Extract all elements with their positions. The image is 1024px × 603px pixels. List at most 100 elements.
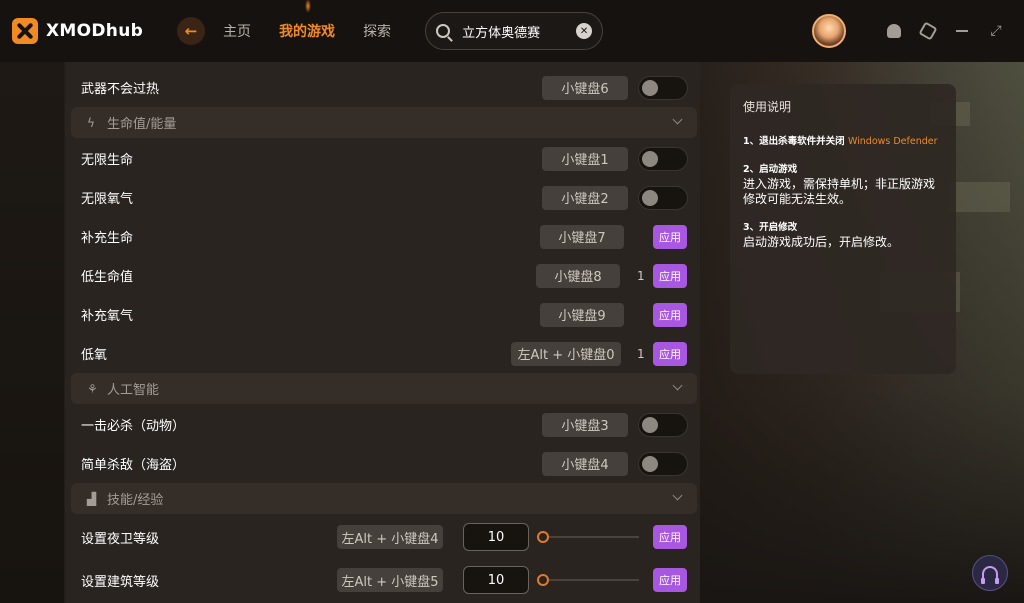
minimize-icon xyxy=(956,30,968,32)
step-body: 启动游戏成功后，开启修改。 xyxy=(743,235,900,249)
app-logo[interactable]: XMODhub xyxy=(12,18,143,44)
cheat-row-refill-oxygen: 补充氧气 小键盘9 应用 xyxy=(65,295,701,334)
hotkey-badge[interactable]: 左Alt + 小键盘4 xyxy=(337,525,443,549)
search-input[interactable]: 立方体奥德赛 xyxy=(462,22,576,41)
cheat-row-one-hit-kill: 一击必杀（动物） 小键盘3 xyxy=(65,405,701,444)
slider-thumb[interactable] xyxy=(537,531,549,543)
cheat-toggle[interactable] xyxy=(638,75,688,100)
hotkey-badge[interactable]: 小键盘1 xyxy=(542,146,628,171)
cheat-row-infinite-oxygen: 无限氧气 小键盘2 xyxy=(65,178,701,217)
expand-icon: ⤢ xyxy=(990,23,1002,39)
instructions-title: 使用说明 xyxy=(743,100,792,114)
cheat-label: 一击必杀（动物） xyxy=(81,419,186,434)
chevron-down-icon xyxy=(672,490,683,501)
search-box[interactable]: 立方体奥德赛 ✕ xyxy=(425,12,604,50)
section-health-energy[interactable]: ϟ 生命值/能量 xyxy=(71,107,697,138)
step-title: 3、开启修改 xyxy=(743,222,798,233)
nav-home[interactable]: 主页 xyxy=(223,21,251,41)
cheat-row-infinite-health: 无限生命 小键盘1 xyxy=(65,139,701,178)
apply-button[interactable]: 应用 xyxy=(653,525,687,549)
toggle-knob xyxy=(642,455,658,472)
apply-button[interactable]: 应用 xyxy=(653,224,687,249)
apply-button[interactable]: 应用 xyxy=(653,263,687,288)
hotkey-badge[interactable]: 小键盘2 xyxy=(542,185,628,210)
cheat-label: 补充生命 xyxy=(81,231,134,246)
apply-button[interactable]: 应用 xyxy=(653,302,687,327)
cheat-row-low-health: 低生命值 小键盘8 1 应用 xyxy=(65,256,701,295)
hotkey-badge[interactable]: 左Alt + 小键盘0 xyxy=(511,341,621,366)
instruction-step-3: 3、开启修改 启动游戏成功后，开启修改。 xyxy=(743,221,943,250)
hotkey-badge[interactable]: 小键盘9 xyxy=(540,302,624,327)
chevron-down-icon xyxy=(672,114,683,125)
instruction-step-1: 1、退出杀毒软件并关闭 Windows Defender xyxy=(743,135,943,149)
cheat-label: 简单杀敌（海盗） xyxy=(81,458,186,473)
left-gutter xyxy=(0,62,64,603)
section-label: 生命值/能量 xyxy=(107,117,177,132)
cheat-toggle[interactable] xyxy=(638,185,688,210)
toggle-knob xyxy=(642,79,658,96)
search-icon xyxy=(436,24,451,38)
nav-my-games[interactable]: 我的游戏 xyxy=(279,0,335,41)
cheat-label: 补充氧气 xyxy=(81,309,134,324)
section-skills-exp[interactable]: ▟ 技能/经验 xyxy=(71,483,697,514)
cheat-label: 设置建筑等级 xyxy=(81,574,160,590)
cheat-row-refill-health: 补充生命 小键盘7 应用 xyxy=(65,217,701,256)
cheat-toggle[interactable] xyxy=(638,146,688,171)
hotkey-badge[interactable]: 小键盘8 xyxy=(536,263,620,288)
cheat-label: 无限生命 xyxy=(81,153,134,168)
minimize-button[interactable] xyxy=(954,23,970,39)
value-label: 1 xyxy=(637,268,645,283)
back-button[interactable]: ← xyxy=(177,17,206,45)
apply-button[interactable]: 应用 xyxy=(653,341,687,366)
instructions-card: 使用说明 1、退出杀毒软件并关闭 Windows Defender 2、启动游戏… xyxy=(730,84,956,374)
ai-icon: ⚘ xyxy=(87,381,98,396)
level-slider[interactable] xyxy=(537,574,639,586)
hotkey-badge[interactable]: 小键盘7 xyxy=(540,224,624,249)
level-input[interactable]: 10 xyxy=(463,523,529,551)
notification-button[interactable] xyxy=(886,23,902,39)
level-slider[interactable] xyxy=(537,531,639,543)
user-avatar[interactable] xyxy=(812,14,846,48)
cheat-row-weapon-no-overheat: 武器不会过热 小键盘6 xyxy=(65,68,701,107)
bell-icon xyxy=(887,24,901,38)
settings-icon xyxy=(918,21,938,41)
top-bar: XMODhub ← 主页 我的游戏 探索 立方体奥德赛 ✕ ⤢ xyxy=(0,0,1024,62)
toggle-knob xyxy=(642,189,658,206)
stats-icon: ▟ xyxy=(87,491,97,506)
section-label: 技能/经验 xyxy=(107,493,164,508)
lightning-icon: ϟ xyxy=(87,115,95,130)
support-button[interactable] xyxy=(972,555,1008,591)
nav-explore[interactable]: 探索 xyxy=(363,21,391,41)
settings-button[interactable] xyxy=(918,21,938,41)
step-body: 进入游戏，需保持单机；非正版游戏修改可能无法生效。 xyxy=(743,177,936,206)
slider-thumb[interactable] xyxy=(537,574,549,586)
cheat-label: 低生命值 xyxy=(81,270,134,285)
cheat-list-panel: 武器不会过热 小键盘6 ϟ 生命值/能量 无限生命 小键盘1 无限氧气 小键盘2… xyxy=(64,62,700,603)
windows-defender-link[interactable]: Windows Defender xyxy=(848,136,938,147)
value-label: 1 xyxy=(637,346,645,361)
hotkey-badge[interactable]: 小键盘6 xyxy=(542,75,628,100)
cheat-row-easy-kill-pirates: 简单杀敌（海盗） 小键盘4 xyxy=(65,444,701,483)
clear-search-button[interactable]: ✕ xyxy=(576,23,593,39)
level-input[interactable]: 10 xyxy=(463,566,529,594)
chevron-down-icon xyxy=(672,380,683,391)
cheat-toggle[interactable] xyxy=(638,451,688,476)
cheat-toggle[interactable] xyxy=(638,412,688,437)
cheat-label: 无限氧气 xyxy=(81,192,134,207)
hotkey-badge[interactable]: 小键盘3 xyxy=(542,412,628,437)
slider-track xyxy=(543,536,639,538)
maximize-button[interactable]: ⤢ xyxy=(988,23,1004,39)
main-nav: 主页 我的游戏 探索 xyxy=(223,0,419,41)
hotkey-badge[interactable]: 小键盘4 xyxy=(542,451,628,476)
hotkey-badge[interactable]: 左Alt + 小键盘5 xyxy=(337,568,443,592)
cheat-label: 低氧 xyxy=(81,348,108,363)
xmod-logo-icon xyxy=(12,18,38,44)
cheat-label: 武器不会过热 xyxy=(81,82,160,97)
slider-track xyxy=(543,579,639,581)
section-ai[interactable]: ⚘ 人工智能 xyxy=(71,373,697,404)
cheat-row-set-night-guard-level: 设置夜卫等级 左Alt + 小键盘4 10 应用 xyxy=(65,517,701,557)
cheat-row-low-oxygen: 低氧 左Alt + 小键盘0 1 应用 xyxy=(65,334,701,373)
apply-button[interactable]: 应用 xyxy=(653,568,687,592)
step-title: 1、退出杀毒软件并关闭 xyxy=(743,136,845,147)
cheat-label: 设置夜卫等级 xyxy=(81,531,160,547)
